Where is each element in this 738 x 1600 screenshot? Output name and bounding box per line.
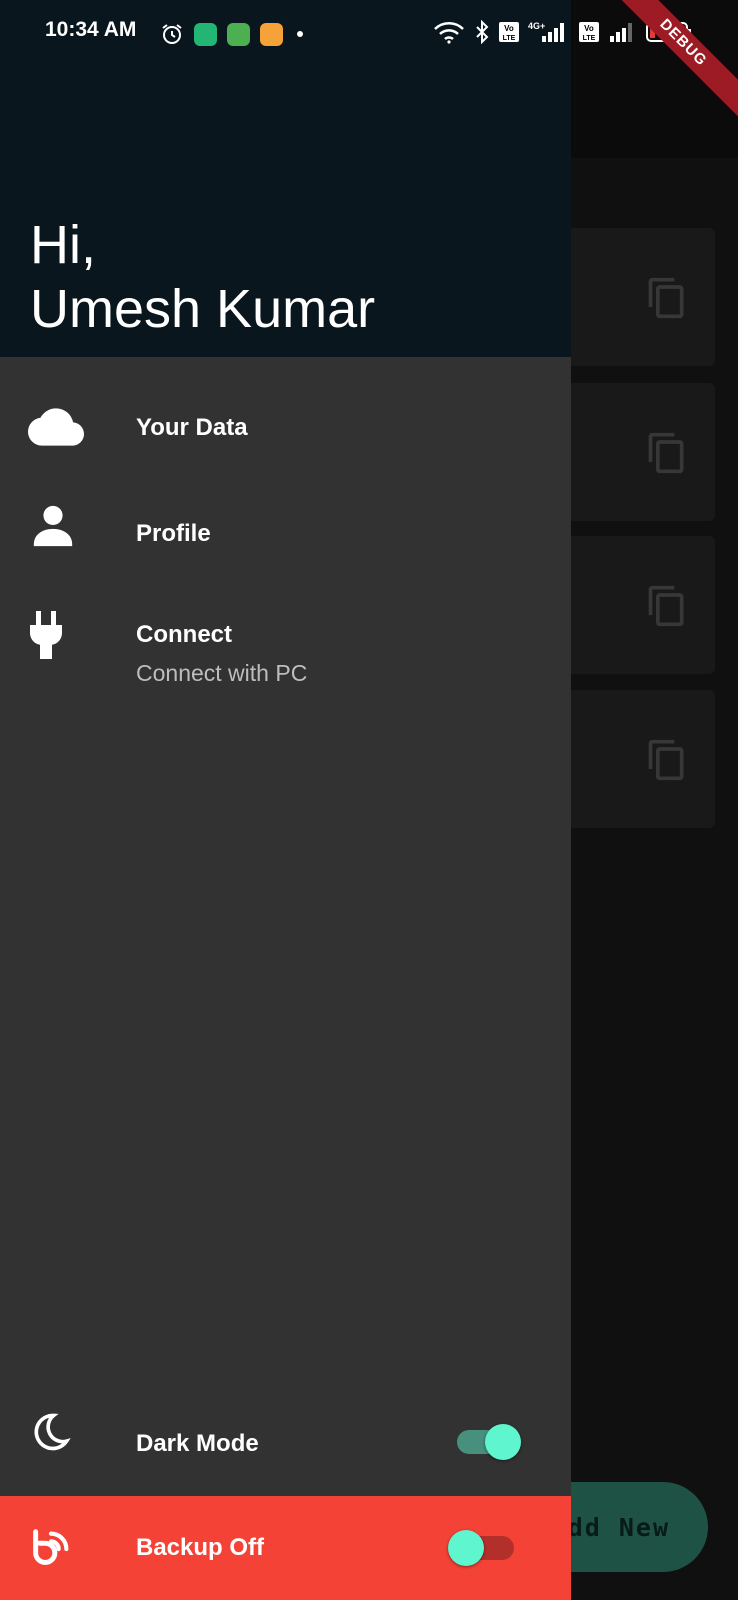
bluetooth-icon (476, 20, 489, 44)
cat-app-icon (227, 22, 250, 46)
menu-item-your-data[interactable]: Your Data (0, 382, 571, 472)
cloud-icon (28, 408, 84, 446)
menu-item-connect[interactable]: Connect Connect with PC (0, 595, 571, 705)
greeting: Hi, Umesh Kumar (30, 213, 375, 341)
gallery-app-icon (260, 22, 283, 46)
backup-row[interactable]: Backup Off (0, 1496, 571, 1600)
moon-icon (34, 1413, 71, 1451)
volte-icon: Vo LTE (499, 22, 519, 42)
backup-toggle[interactable] (448, 1530, 518, 1566)
menu-label-connect: Connect (136, 621, 232, 648)
signal-4g-icon: 4G+ (528, 21, 564, 42)
navigation-drawer: Hi, Umesh Kumar Your Data Profile Connec… (0, 0, 571, 1600)
status-time: 10:34 AM (45, 18, 137, 41)
alarm-icon (162, 24, 182, 44)
person-icon (33, 505, 73, 547)
dark-mode-label: Dark Mode (136, 1430, 259, 1457)
menu-subtitle-connect: Connect with PC (136, 660, 308, 686)
svg-text:Vo: Vo (504, 24, 514, 33)
menu-label-your-data: Your Data (136, 414, 248, 441)
backup-label: Backup Off (136, 1534, 265, 1561)
user-name: Umesh Kumar (30, 279, 376, 339)
svg-text:Vo: Vo (584, 24, 594, 33)
dark-mode-row[interactable]: Dark Mode (0, 1398, 571, 1488)
volte-icon: Vo LTE (579, 22, 599, 42)
dark-mode-toggle[interactable] (453, 1424, 523, 1460)
wifi-icon (434, 22, 464, 44)
backup-icon (33, 1529, 69, 1565)
signal-icon (610, 23, 632, 42)
menu-label-profile: Profile (136, 520, 211, 547)
status-bar: 10:34 AM Vo LTE 4G+ Vo LTE (0, 0, 738, 54)
svg-text:LTE: LTE (583, 35, 596, 42)
dot-icon (297, 31, 303, 37)
menu-item-profile[interactable]: Profile (0, 488, 571, 578)
network-label: 4G+ (528, 21, 545, 31)
plug-icon (30, 611, 62, 659)
shield-app-icon (194, 22, 217, 46)
greeting-line-1: Hi, (30, 215, 96, 275)
svg-text:LTE: LTE (503, 35, 516, 42)
